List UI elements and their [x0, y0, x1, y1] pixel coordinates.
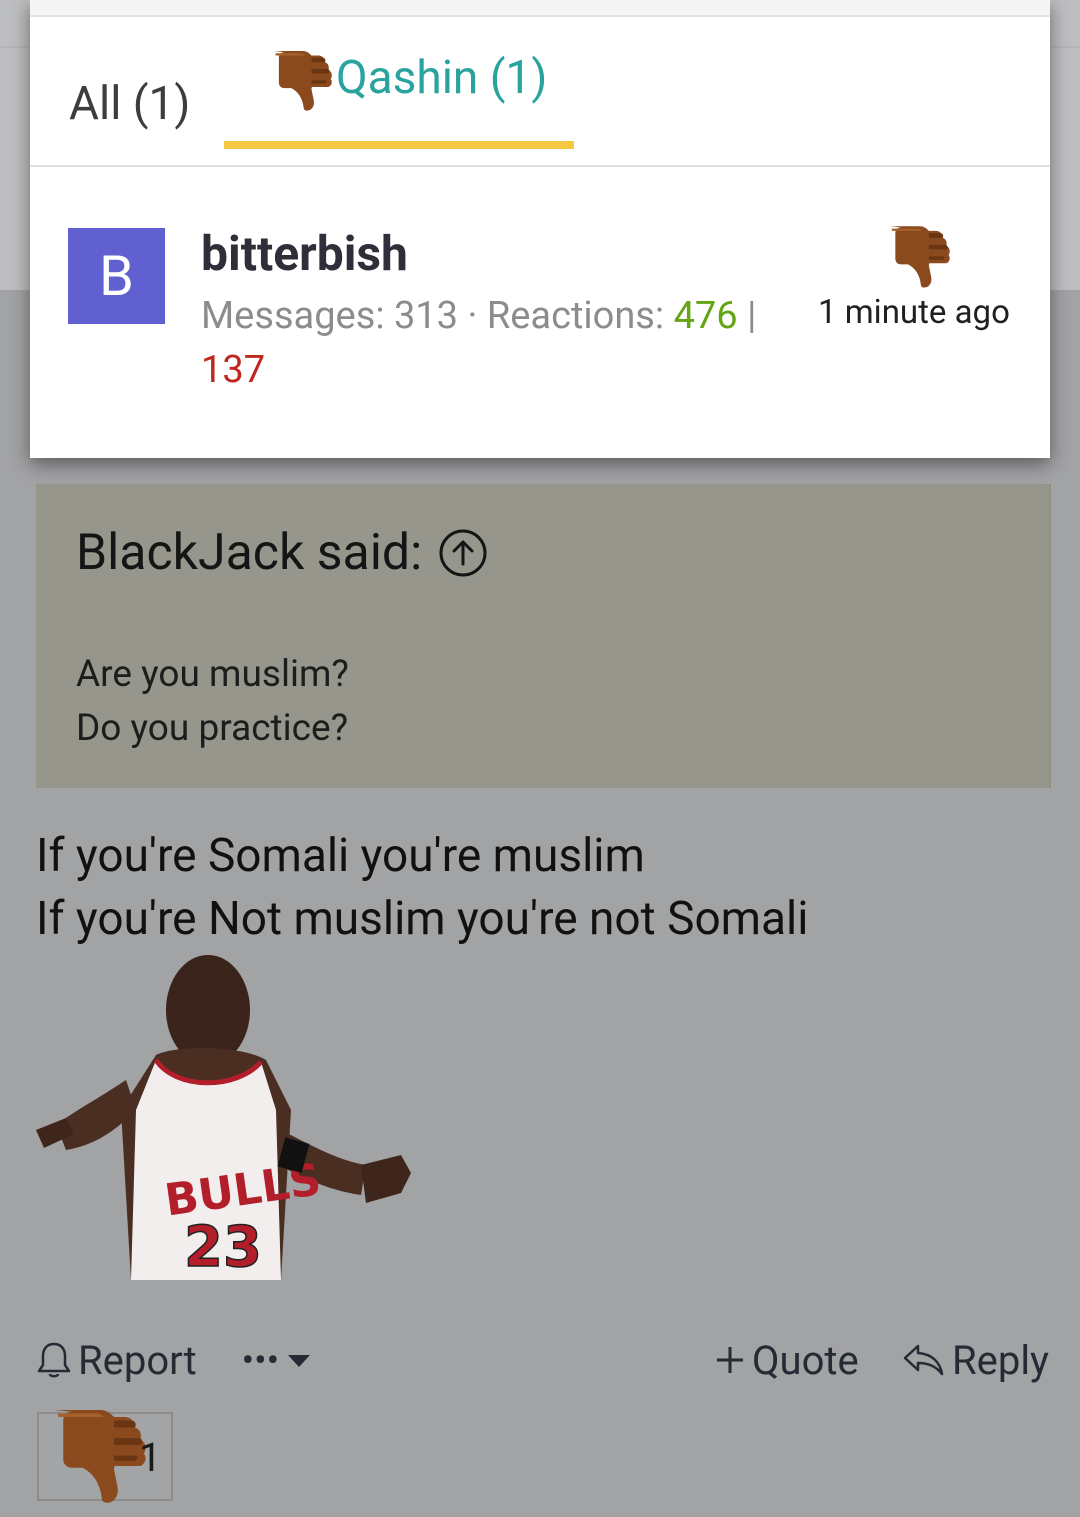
tab-qashin-label: Qashin (1) [336, 51, 548, 105]
thumbs-down-icon [878, 217, 952, 291]
page-background-strip [0, 0, 30, 290]
reaction-summary[interactable]: 1 [37, 1412, 173, 1501]
popup-header-strip [30, 0, 1050, 17]
reactions-separator: | [747, 294, 757, 338]
post-actions: Report ••• Quote Reply [0, 1330, 1080, 1390]
thumbs-down-icon [37, 1396, 149, 1508]
quote-line: Do you practice? [76, 707, 349, 750]
post-content: If you're Somali you're muslim If you're… [36, 825, 808, 951]
report-label: Report [78, 1336, 197, 1384]
reaction-time: 1 minute ago [818, 293, 1010, 332]
reply-button[interactable]: Reply [902, 1330, 1049, 1390]
reaction-count: 1 [139, 1434, 162, 1481]
stats-separator: · [467, 294, 478, 338]
more-options-button[interactable]: ••• [242, 1330, 320, 1390]
reply-label: Reply [952, 1336, 1049, 1384]
post-line: If you're Somali you're muslim [36, 829, 645, 883]
active-tab-indicator [224, 141, 574, 149]
page-background-strip-right [1050, 0, 1080, 290]
reaction-tabs: All (1) Qashin (1) [30, 17, 1050, 167]
avatar[interactable]: B [68, 228, 165, 324]
thumbs-down-icon [262, 42, 334, 114]
quote-button[interactable]: Quote [714, 1330, 859, 1390]
quote-line: Are you muslim? [76, 653, 349, 696]
divider [0, 46, 30, 48]
more-label: ••• [242, 1341, 280, 1379]
quote-author-label: BlackJack said: [76, 524, 423, 582]
quote-content: Are you muslim? Do you practice? [76, 648, 349, 756]
plus-icon [717, 1347, 743, 1373]
quote-block: BlackJack said: Are you muslim? Do you p… [36, 484, 1051, 788]
username[interactable]: bitterbish [201, 225, 408, 282]
divider [1050, 46, 1080, 48]
tab-all[interactable]: All (1) [69, 77, 190, 131]
quote-label: Quote [752, 1336, 859, 1384]
reactions-negative: 137 [201, 348, 266, 392]
member-row: B bitterbish Messages: 313 · Reactions: … [30, 167, 1050, 458]
reply-icon [903, 1344, 944, 1376]
arrow-up-circle-icon[interactable] [438, 528, 488, 578]
messages-count: Messages: 313 [201, 294, 459, 338]
bell-icon [37, 1342, 71, 1378]
reactions-positive: 476 [673, 294, 738, 338]
reactions-popup: All (1) Qashin (1) B bitterbish Messages… [30, 0, 1050, 458]
post-image[interactable]: BULLS 23 [36, 950, 420, 1280]
tab-qashin[interactable]: Qashin (1) [262, 43, 547, 113]
quote-author[interactable]: BlackJack said: [76, 524, 488, 582]
caret-down-icon [287, 1355, 310, 1367]
report-button[interactable]: Report [36, 1330, 197, 1390]
reactions-label: Reactions: [486, 294, 665, 338]
member-stats: Messages: 313 · Reactions: 476 | 137 [201, 289, 801, 397]
post-line: If you're Not muslim you're not Somali [36, 892, 809, 946]
svg-text:23: 23 [184, 1215, 262, 1280]
